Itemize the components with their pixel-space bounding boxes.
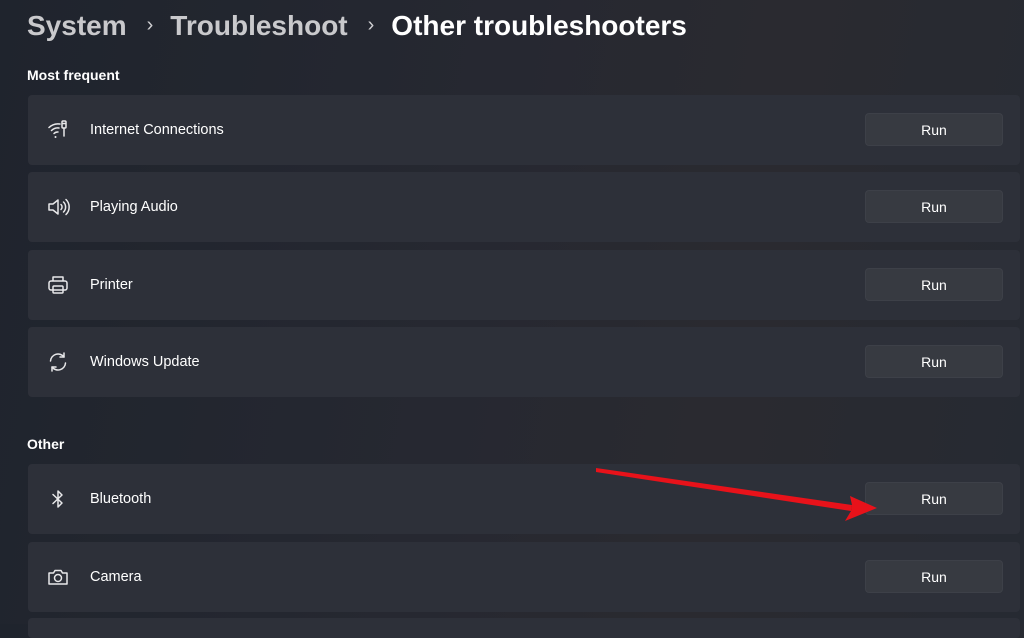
troubleshooter-label: Bluetooth [90,491,152,507]
run-button-internet-connections[interactable]: Run [865,113,1003,146]
section-heading-other: Other [27,436,65,452]
troubleshooter-row-playing-audio: Playing Audio Run [28,172,1020,242]
section-heading-most-frequent: Most frequent [27,67,120,83]
troubleshooter-row-windows-update: Windows Update Run [28,327,1020,397]
troubleshooter-row-printer: Printer Run [28,250,1020,320]
troubleshooter-label: Camera [90,569,142,585]
troubleshooter-label: Internet Connections [90,122,224,138]
run-button-windows-update[interactable]: Run [865,345,1003,378]
troubleshooter-label: Windows Update [90,354,200,370]
wifi-icon [46,118,70,142]
troubleshooter-row-camera: Camera Run [28,542,1020,612]
run-button-bluetooth[interactable]: Run [865,482,1003,515]
sync-icon [46,350,70,374]
breadcrumb-troubleshoot[interactable]: Troubleshoot [170,10,347,42]
printer-icon [46,273,70,297]
breadcrumb-system[interactable]: System [27,10,127,42]
troubleshooter-row-internet-connections: Internet Connections Run [28,95,1020,165]
run-button-playing-audio[interactable]: Run [865,190,1003,223]
troubleshooter-row-partial [28,618,1020,638]
camera-icon [46,565,70,589]
troubleshooter-row-bluetooth: Bluetooth Run [28,464,1020,534]
bluetooth-icon [46,487,70,511]
run-button-camera[interactable]: Run [865,560,1003,593]
run-button-printer[interactable]: Run [865,268,1003,301]
speaker-icon [46,195,70,219]
page-title: Other troubleshooters [391,10,687,41]
troubleshooter-label: Printer [90,277,133,293]
breadcrumb-chevron-icon: › [146,13,154,36]
troubleshooter-label: Playing Audio [90,199,178,215]
breadcrumb-chevron-icon: › [367,13,375,36]
breadcrumb: System › Troubleshoot › Other troublesho… [27,4,687,48]
